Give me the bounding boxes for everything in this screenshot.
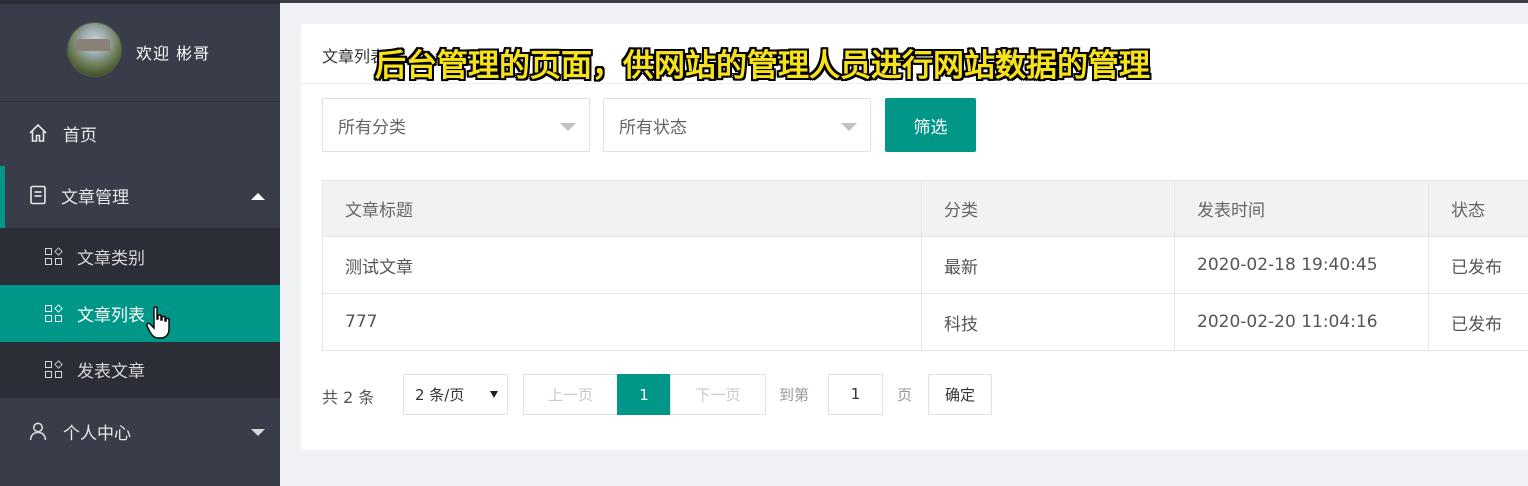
cell-status: 已发布 [1428,236,1528,294]
submenu-item-article-list[interactable]: 文章列表 [0,285,280,342]
column-header-category: 分类 [921,180,1175,237]
category-select[interactable]: 所有分类 [322,98,590,152]
goto-confirm-button[interactable]: 确定 [928,374,992,415]
total-count: 共 2 条 [322,388,375,407]
goto-label: 到第 [779,386,810,404]
cell-status: 已发布 [1428,293,1528,351]
grid-icon [45,303,63,323]
caret-down-icon [841,123,857,131]
table-row[interactable]: 777 科技 2020-02-20 11:04:16 已发布 [322,293,1528,351]
category-select-value: 所有分类 [338,117,406,138]
column-header-status: 状态 [1428,180,1528,237]
caret-down-icon [490,391,498,398]
submenu-label: 文章列表 [77,306,145,326]
document-icon [27,184,49,206]
article-submenu: 文章类别 文章列表 发表文章 [0,228,280,398]
column-header-publish-time: 发表时间 [1174,180,1429,237]
cell-title: 777 [322,293,922,351]
header-edge [280,0,1528,3]
menu-label-profile: 个人中心 [63,423,131,444]
table-header-row: 文章标题 分类 发表时间 状态 [322,180,1528,237]
cell-category: 最新 [921,236,1175,294]
user-panel: 欢迎 彬哥 [0,0,280,102]
home-icon [27,122,49,144]
menu-label-article-management: 文章管理 [61,187,129,208]
article-list-card: 文章列表 所有分类 所有状态 筛选 文章标题 分类 发表时间 状态 测试文章 最… [301,24,1528,450]
submenu-item-article-category[interactable]: 文章类别 [0,228,280,285]
menu-label-home: 首页 [63,125,97,146]
submenu-item-publish-article[interactable]: 发表文章 [0,341,280,398]
submenu-label: 发表文章 [77,362,145,382]
caret-down-icon [560,123,576,131]
grid-icon [45,246,63,266]
prev-page-button[interactable]: 上一页 [523,374,618,415]
active-indicator [0,166,5,228]
menu-item-home[interactable]: 首页 [0,104,280,162]
page-size-select[interactable]: 2 条/页 [403,374,508,415]
column-header-title: 文章标题 [322,180,922,237]
goto-page-input[interactable]: 1 [828,374,883,415]
cell-publish-time: 2020-02-20 11:04:16 [1174,293,1429,351]
page-unit-label: 页 [897,386,913,404]
page-button-current[interactable]: 1 [617,374,671,415]
grid-icon [45,359,63,379]
sidebar: 欢迎 彬哥 首页 文章管理 文章类别 文章列表 发表文章 个人中心 [0,0,280,486]
next-page-button[interactable]: 下一页 [670,374,766,415]
status-select-value: 所有状态 [619,117,687,138]
article-table: 文章标题 分类 发表时间 状态 测试文章 最新 2020-02-18 19:40… [322,180,1528,351]
page-size-value: 2 条/页 [415,386,465,404]
menu-item-profile[interactable]: 个人中心 [0,402,280,460]
cell-publish-time: 2020-02-18 19:40:45 [1174,236,1429,294]
submenu-label: 文章类别 [77,249,145,269]
status-select[interactable]: 所有状态 [603,98,871,152]
chevron-up-icon [251,193,265,200]
chevron-down-icon [251,429,265,436]
video-caption: 后台管理的页面，供网站的管理人员进行网站数据的管理 [375,48,1150,84]
menu-item-article-management[interactable]: 文章管理 [0,166,280,228]
cell-title: 测试文章 [322,236,922,294]
cell-category: 科技 [921,293,1175,351]
hand-cursor-icon [146,306,170,339]
welcome-text: 欢迎 彬哥 [136,44,211,63]
table-row[interactable]: 测试文章 最新 2020-02-18 19:40:45 已发布 [322,236,1528,294]
avatar[interactable] [67,22,122,77]
filter-button[interactable]: 筛选 [885,98,976,152]
user-icon [27,420,49,442]
